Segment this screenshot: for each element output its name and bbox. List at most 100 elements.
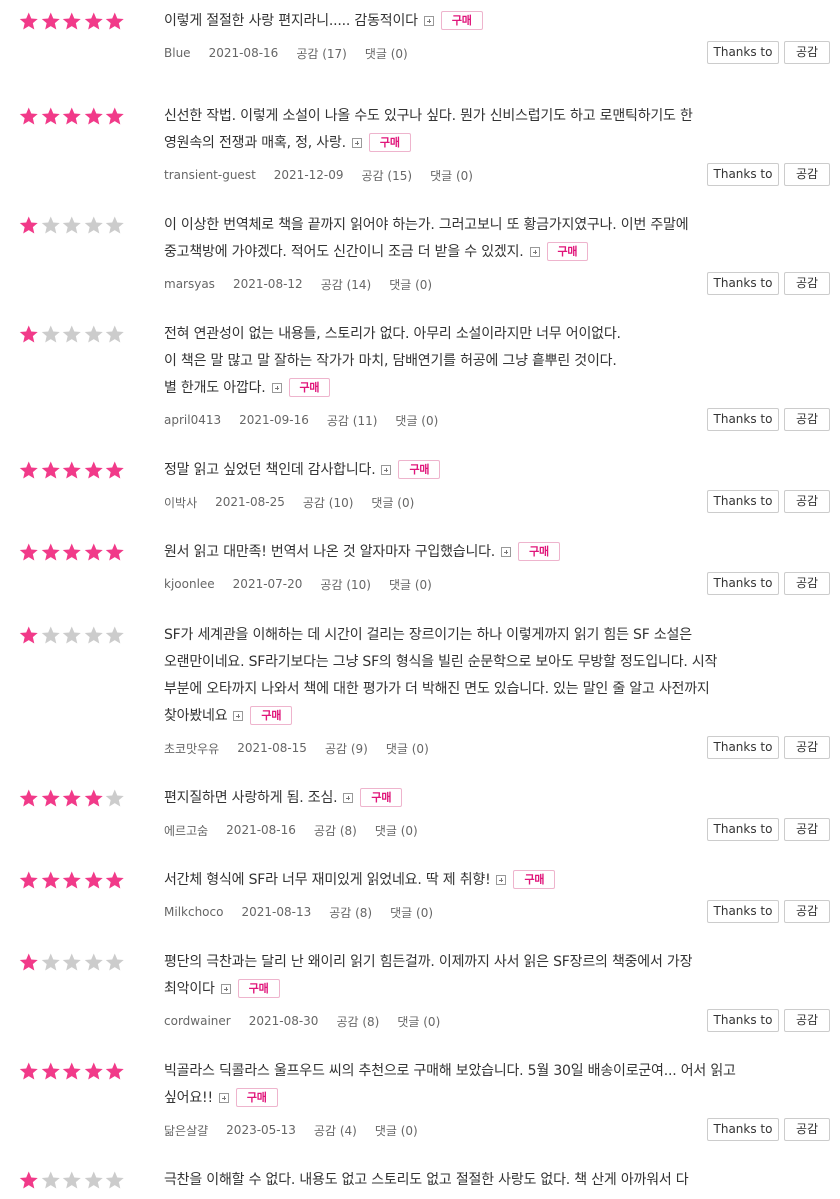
expand-plus-icon[interactable] bbox=[233, 711, 244, 721]
review-text-content: 찾아봤네요 bbox=[164, 708, 228, 724]
comment-count[interactable]: 댓글 (0) bbox=[371, 494, 414, 511]
review-author[interactable]: cordwainer bbox=[164, 1014, 231, 1028]
star-empty-icon bbox=[41, 325, 60, 343]
review-text: 극찬을 이해할 수 없다. 내용도 없고 스토리도 없고 절절한 사랑도 없다.… bbox=[164, 1167, 784, 1194]
review-author[interactable]: Blue bbox=[164, 46, 191, 60]
thanks-to-button[interactable]: Thanks to bbox=[707, 272, 779, 295]
expand-plus-icon[interactable] bbox=[343, 793, 354, 803]
review-text-content: 부분에 오타까지 나와서 책에 대한 평가가 더 박해진 면도 있습니다. 있는… bbox=[164, 681, 710, 697]
expand-plus-icon[interactable] bbox=[381, 465, 392, 475]
star-filled-icon bbox=[105, 871, 124, 889]
buy-badge[interactable]: 구매 bbox=[518, 542, 560, 561]
buy-badge[interactable]: 구매 bbox=[440, 11, 483, 30]
like-button[interactable]: 공감 bbox=[784, 818, 830, 841]
review-meta: cordwainer 2021-08-30 공감 (8) 댓글 (0) bbox=[164, 1013, 458, 1029]
expand-plus-icon[interactable] bbox=[218, 1093, 229, 1103]
review-date: 2021-08-13 bbox=[241, 905, 312, 919]
like-count: 공감 (15) bbox=[361, 168, 413, 183]
review-author[interactable]: 초코맛우유 bbox=[164, 740, 219, 757]
review-author[interactable]: april0413 bbox=[164, 413, 221, 427]
review-text: 편지질하면 사랑하게 됨. 조심. 구매 bbox=[164, 785, 784, 812]
buy-badge[interactable]: 구매 bbox=[398, 460, 441, 479]
review-author[interactable]: kjoonlee bbox=[164, 577, 215, 591]
like-button[interactable]: 공감 bbox=[784, 736, 830, 759]
like-button[interactable]: 공감 bbox=[784, 41, 830, 64]
review-author[interactable]: Milkchoco bbox=[164, 905, 223, 919]
star-rating bbox=[19, 1061, 127, 1083]
review-meta: 초코맛우유 2021-08-15 공감 (9) 댓글 (0) bbox=[164, 740, 447, 756]
expand-plus-icon[interactable] bbox=[496, 875, 507, 885]
review-text-line: 중고책방에 가야겠다. 적어도 신간이니 조금 더 받을 수 있겠지. 구매 bbox=[164, 239, 784, 266]
thanks-to-button[interactable]: Thanks to bbox=[707, 163, 779, 186]
review-text: 정말 읽고 싶었던 책인데 감사합니다. 구매 bbox=[164, 457, 784, 484]
buy-badge[interactable]: 구매 bbox=[368, 133, 411, 152]
buy-badge[interactable]: 구매 bbox=[250, 706, 293, 725]
comment-count[interactable]: 댓글 (0) bbox=[389, 276, 432, 293]
star-filled-icon bbox=[84, 543, 103, 561]
comment-count[interactable]: 댓글 (0) bbox=[375, 1122, 418, 1139]
expand-plus-icon[interactable] bbox=[220, 984, 231, 994]
review-text-content: 이 책은 말 많고 말 잘하는 작가가 마치, 담배연기를 허공에 그냥 흩뿌린… bbox=[164, 353, 617, 369]
thanks-to-button[interactable]: Thanks to bbox=[707, 1009, 779, 1032]
thanks-to-button[interactable]: Thanks to bbox=[707, 41, 779, 64]
star-rating bbox=[19, 460, 127, 482]
comment-count[interactable]: 댓글 (0) bbox=[395, 412, 438, 429]
star-empty-icon bbox=[62, 1171, 81, 1189]
like-count: 공감 (11) bbox=[326, 413, 378, 428]
buy-badge[interactable]: 구매 bbox=[288, 378, 331, 397]
comment-count[interactable]: 댓글 (0) bbox=[365, 45, 408, 62]
review-item: 서간체 형식에 SF라 너무 재미있게 읽었네요. 딱 제 취향! 구매 Milkc… bbox=[0, 859, 840, 941]
review-author[interactable]: 이박사 bbox=[164, 494, 197, 511]
expand-plus-icon[interactable] bbox=[271, 383, 282, 393]
like-button[interactable]: 공감 bbox=[784, 900, 830, 923]
review-author[interactable]: transient-guest bbox=[164, 168, 256, 182]
like-button[interactable]: 공감 bbox=[784, 272, 830, 295]
like-button[interactable]: 공감 bbox=[784, 163, 830, 186]
comment-count[interactable]: 댓글 (0) bbox=[390, 904, 433, 921]
review-text-content: 중고책방에 가야겠다. 적어도 신간이니 조금 더 받을 수 있겠지. bbox=[164, 244, 524, 260]
star-filled-icon bbox=[41, 789, 60, 807]
like-button[interactable]: 공감 bbox=[784, 490, 830, 513]
review-author[interactable]: 에르고숨 bbox=[164, 822, 208, 839]
buy-badge[interactable]: 구매 bbox=[513, 870, 556, 889]
expand-plus-icon[interactable] bbox=[351, 138, 362, 148]
thanks-to-button[interactable]: Thanks to bbox=[707, 1118, 779, 1141]
review-text-content: 신선한 작법. 이렇게 소설이 나올 수도 있구나 싶다. 뭔가 신비스럽기도 … bbox=[164, 108, 693, 124]
review-author[interactable]: 닮은살걀 bbox=[164, 1122, 208, 1139]
comment-count[interactable]: 댓글 (0) bbox=[430, 167, 473, 184]
expand-plus-icon[interactable] bbox=[529, 247, 540, 257]
buy-badge[interactable]: 구매 bbox=[546, 242, 589, 261]
buy-badge[interactable]: 구매 bbox=[360, 788, 403, 807]
expand-plus-icon[interactable] bbox=[501, 547, 512, 557]
star-filled-icon bbox=[19, 107, 38, 125]
review-text-content: 이 이상한 번역체로 책을 끝까지 읽어야 하는가. 그러고보니 또 황금가지였… bbox=[164, 217, 689, 233]
thanks-to-button[interactable]: Thanks to bbox=[707, 490, 779, 513]
thanks-to-button[interactable]: Thanks to bbox=[707, 900, 779, 923]
comment-count[interactable]: 댓글 (0) bbox=[397, 1013, 440, 1030]
review-item: SF가 세계관을 이해하는 데 시간이 걸리는 장르이기는 하나 이렇게까지 읽… bbox=[0, 614, 840, 777]
review-text-content: 전혀 연관성이 없는 내용들, 스토리가 없다. 아무리 소설이라지만 너무 어… bbox=[164, 326, 621, 342]
thanks-to-button[interactable]: Thanks to bbox=[707, 572, 779, 595]
star-filled-icon bbox=[62, 871, 81, 889]
thanks-to-button[interactable]: Thanks to bbox=[707, 736, 779, 759]
review-text-line: 서간체 형식에 SF라 너무 재미있게 읽었네요. 딱 제 취향! 구매 bbox=[164, 867, 784, 894]
comment-count[interactable]: 댓글 (0) bbox=[375, 822, 418, 839]
buy-badge[interactable]: 구매 bbox=[235, 1088, 278, 1107]
comment-count[interactable]: 댓글 (0) bbox=[386, 740, 429, 757]
review-text: 이렇게 절절한 사랑 편지라니..... 감동적이다 구매 bbox=[164, 8, 784, 35]
expand-plus-icon[interactable] bbox=[423, 16, 434, 26]
review-text-line: 신선한 작법. 이렇게 소설이 나올 수도 있구나 싶다. 뭔가 신비스럽기도 … bbox=[164, 103, 784, 130]
star-filled-icon bbox=[62, 461, 81, 479]
review-meta: transient-guest 2021-12-09 공감 (15) 댓글 (0) bbox=[164, 167, 491, 183]
buy-badge[interactable]: 구매 bbox=[237, 979, 280, 998]
review-body: 극찬을 이해할 수 없다. 내용도 없고 스토리도 없고 절절한 사랑도 없다.… bbox=[164, 1167, 784, 1194]
like-button[interactable]: 공감 bbox=[784, 1009, 830, 1032]
like-button[interactable]: 공감 bbox=[784, 1118, 830, 1141]
thanks-to-button[interactable]: Thanks to bbox=[707, 818, 779, 841]
like-button[interactable]: 공감 bbox=[784, 408, 830, 431]
star-empty-icon bbox=[62, 953, 81, 971]
comment-count[interactable]: 댓글 (0) bbox=[389, 576, 432, 593]
like-button[interactable]: 공감 bbox=[784, 572, 830, 595]
review-author[interactable]: marsyas bbox=[164, 277, 215, 291]
thanks-to-button[interactable]: Thanks to bbox=[707, 408, 779, 431]
